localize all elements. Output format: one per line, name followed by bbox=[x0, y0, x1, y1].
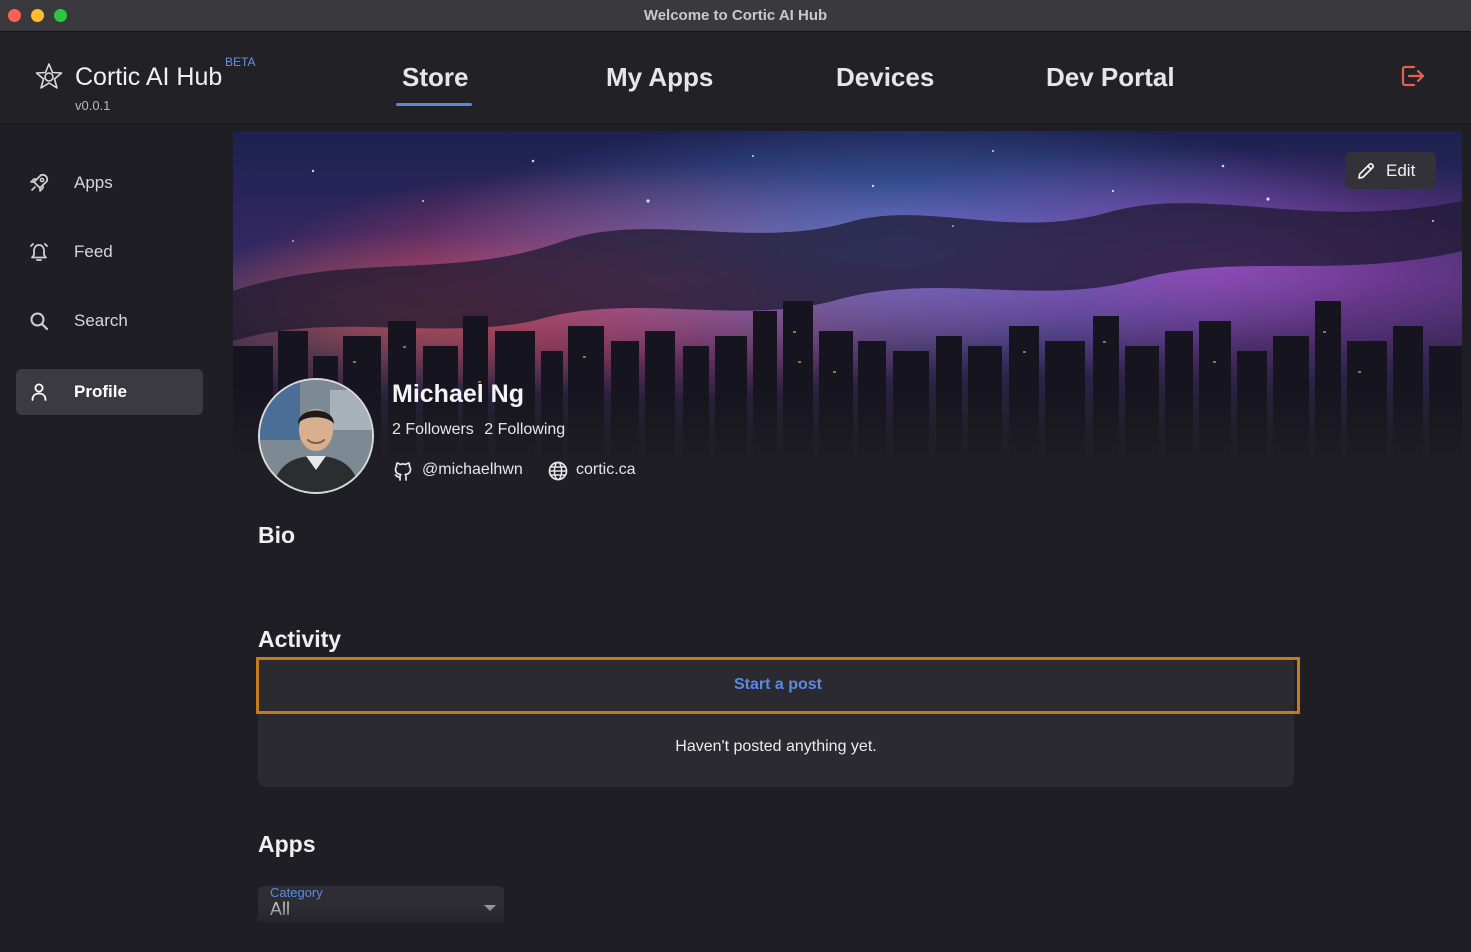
nav-store[interactable]: Store bbox=[402, 62, 468, 93]
nav-dev-portal[interactable]: Dev Portal bbox=[1046, 62, 1175, 93]
edit-button-label: Edit bbox=[1386, 161, 1416, 180]
beta-badge: BETA bbox=[225, 55, 256, 69]
sidebar-item-profile[interactable]: Profile bbox=[16, 369, 203, 415]
nav-my-apps[interactable]: My Apps bbox=[606, 62, 713, 93]
sidebar-item-label: Apps bbox=[74, 173, 113, 192]
search-icon bbox=[30, 312, 49, 331]
followers-count[interactable]: 2 Followers bbox=[392, 421, 474, 438]
edit-profile-button[interactable]: Edit bbox=[1345, 152, 1436, 189]
window-title: Welcome to Cortic AI Hub bbox=[643, 7, 828, 24]
activity-heading: Activity bbox=[258, 626, 342, 652]
sidebar-item-feed[interactable]: Feed bbox=[16, 229, 203, 275]
globe-icon bbox=[548, 461, 568, 481]
website-url: cortic.ca bbox=[576, 461, 636, 478]
app-header: Cortic AI Hub BETA v0.0.1 Store My Apps … bbox=[0, 32, 1471, 124]
sidebar-item-label: Search bbox=[74, 311, 128, 330]
follow-stats: 2 Followers 2 Following bbox=[392, 421, 571, 439]
following-count[interactable]: 2 Following bbox=[484, 421, 565, 438]
logout-icon[interactable] bbox=[1398, 62, 1426, 90]
pencil-icon bbox=[1358, 162, 1375, 179]
category-select[interactable]: Category All bbox=[258, 886, 504, 922]
category-select-value: All bbox=[270, 899, 291, 919]
user-icon bbox=[31, 383, 47, 401]
avatar-photo bbox=[260, 380, 372, 492]
apps-heading: Apps bbox=[258, 831, 316, 857]
start-post-button[interactable]: Start a post bbox=[256, 657, 1300, 714]
sidebar: Apps Feed Search Profile bbox=[0, 125, 226, 952]
rocket-icon bbox=[30, 173, 49, 192]
app-name: Cortic AI Hub bbox=[75, 63, 223, 91]
nav-active-indicator bbox=[396, 103, 472, 106]
bio-heading: Bio bbox=[258, 522, 296, 548]
category-select-label: Category bbox=[270, 886, 323, 900]
github-handle: @michaelhwn bbox=[422, 461, 523, 478]
avatar bbox=[258, 378, 374, 494]
bell-icon bbox=[30, 243, 48, 261]
sidebar-item-label: Feed bbox=[74, 242, 113, 261]
window-titlebar: Welcome to Cortic AI Hub bbox=[0, 0, 1471, 32]
github-icon bbox=[394, 462, 412, 481]
empty-activity-message: Haven't posted anything yet. bbox=[675, 738, 877, 755]
cortic-logo-icon bbox=[35, 63, 63, 89]
nav-devices[interactable]: Devices bbox=[836, 62, 934, 93]
app-version: v0.0.1 bbox=[75, 98, 111, 113]
sidebar-item-search[interactable]: Search bbox=[16, 298, 203, 344]
sidebar-item-label: Profile bbox=[74, 382, 127, 401]
chevron-down-icon bbox=[484, 905, 496, 911]
profile-name: Michael Ng bbox=[392, 380, 524, 408]
profile-banner-image bbox=[233, 131, 1462, 466]
start-post-label: Start a post bbox=[733, 676, 822, 693]
sidebar-item-apps[interactable]: Apps bbox=[16, 160, 203, 206]
